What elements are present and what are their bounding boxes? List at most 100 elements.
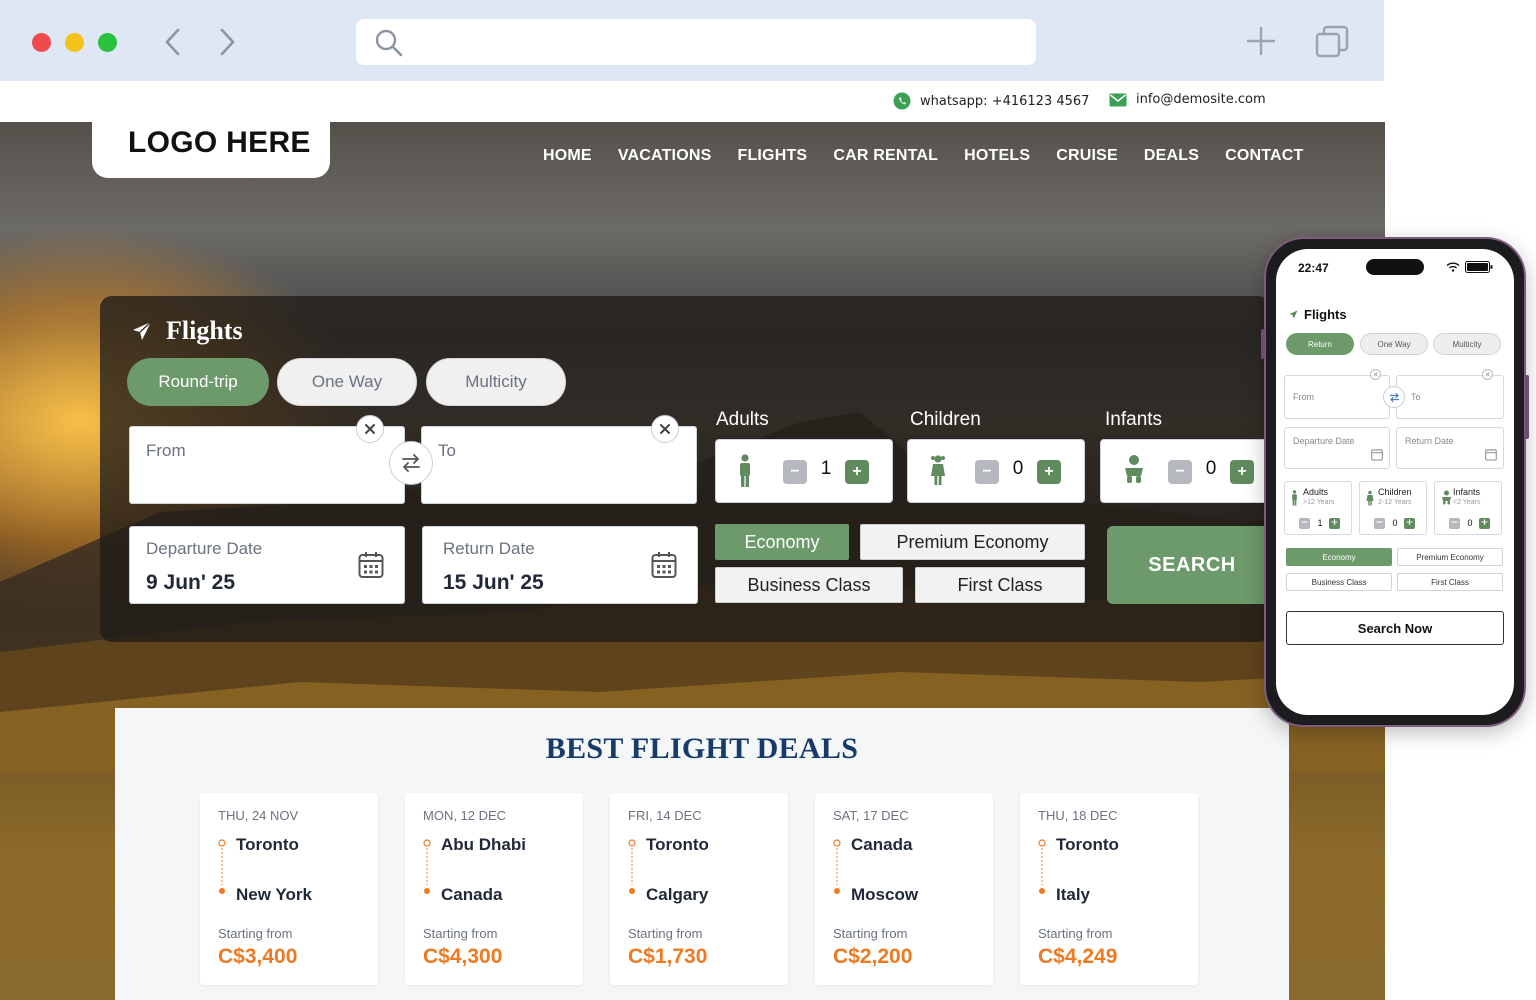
plus-icon[interactable] (1244, 24, 1278, 58)
deals-title: BEST FLIGHT DEALS (545, 732, 859, 765)
mobile-departure-date-field[interactable]: Departure Date (1284, 427, 1390, 469)
deal-card[interactable]: THU, 24 NOV Toronto New York Starting fr… (200, 793, 378, 985)
mobile-cabin-first-class-option[interactable]: First Class (1397, 573, 1503, 591)
children-increment-button[interactable]: + (1037, 460, 1061, 484)
departure-date-value: 9 Jun' 25 (146, 571, 236, 594)
mobile-from-field[interactable]: From (1284, 375, 1390, 419)
child-person-icon (931, 455, 945, 485)
infants-decrement-button[interactable]: − (1168, 460, 1192, 484)
deal-starting-label: Starting from (628, 926, 703, 941)
mobile-trip-return-tab[interactable]: Return (1286, 333, 1354, 355)
children-label: Children (910, 409, 981, 430)
route-line-icon (423, 839, 431, 894)
maximize-window-dot[interactable] (98, 33, 117, 52)
swap-locations-button[interactable] (389, 441, 433, 485)
mobile-trip-one-way-tab[interactable]: One Way (1360, 333, 1428, 355)
mobile-clear-from-button[interactable]: ✕ (1370, 369, 1381, 380)
cabin-premium-economy-option[interactable]: Premium Economy (860, 524, 1085, 560)
mobile-cabin-economy-option[interactable]: Economy (1286, 548, 1392, 566)
mobile-infants-increment-button[interactable]: + (1479, 518, 1490, 529)
swap-arrows-icon (1389, 392, 1399, 402)
deal-origin: Canada (851, 835, 913, 854)
children-decrement-button[interactable]: − (975, 460, 999, 484)
close-window-dot[interactable] (32, 33, 51, 52)
deal-price: C$4,249 (1038, 945, 1118, 968)
mobile-infants-decrement-button[interactable]: − (1449, 518, 1460, 529)
infant-person-icon (1442, 490, 1451, 505)
clear-to-button[interactable] (651, 415, 679, 443)
adult-person-icon (740, 454, 750, 487)
deal-destination: Moscow (851, 885, 919, 904)
mobile-infants-age: <2 Years (1453, 499, 1481, 506)
deal-destination: Calgary (646, 885, 709, 904)
mobile-cabin-business-class-option[interactable]: Business Class (1286, 573, 1392, 591)
mobile-adults-label: Adults (1303, 487, 1329, 497)
mobile-children-selector: Children 2-12 Years − 0 + (1359, 481, 1427, 535)
address-bar[interactable] (356, 19, 1036, 65)
return-date-label: Return Date (443, 539, 535, 558)
deal-date: FRI, 14 DEC (628, 808, 702, 823)
deal-card[interactable]: SAT, 17 DEC Canada Moscow Starting from … (815, 793, 993, 985)
deal-date: THU, 24 NOV (218, 808, 299, 823)
mobile-children-increment-button[interactable]: + (1404, 518, 1415, 529)
nav-deals[interactable]: DEALS (1144, 147, 1199, 165)
mobile-adults-increment-button[interactable]: + (1329, 518, 1340, 529)
route-line-icon (1038, 839, 1046, 894)
cabin-business-class-option[interactable]: Business Class (715, 567, 903, 603)
mobile-from-label: From (1293, 392, 1314, 402)
mobile-title-text: Flights (1304, 307, 1347, 322)
deal-card[interactable]: FRI, 14 DEC Toronto Calgary Starting fro… (610, 793, 788, 985)
cabin-economy-option[interactable]: Economy (715, 524, 849, 560)
nav-flights[interactable]: FLIGHTS (737, 147, 807, 165)
deal-starting-label: Starting from (423, 926, 498, 941)
trip-multicity-tab[interactable]: Multicity (426, 358, 566, 406)
whatsapp-contact[interactable]: whatsapp: +416123 4567 (893, 92, 1089, 110)
nav-car-rental[interactable]: CAR RENTAL (833, 147, 938, 165)
infants-increment-button[interactable]: + (1230, 460, 1254, 484)
trip-one-way-tab[interactable]: One Way (277, 358, 417, 406)
children-count: 0 (1012, 458, 1024, 479)
mobile-adults-decrement-button[interactable]: − (1299, 518, 1310, 529)
mobile-search-now-button[interactable]: Search Now (1286, 611, 1504, 645)
deal-date: SAT, 17 DEC (833, 808, 909, 823)
mobile-status-time: 22:47 (1298, 261, 1329, 275)
mobile-swap-button[interactable] (1383, 386, 1405, 408)
airplane-icon (133, 321, 152, 340)
swap-arrows-icon (402, 454, 420, 472)
clear-from-button[interactable] (356, 415, 384, 443)
address-input[interactable] (412, 25, 1012, 59)
nav-vacations[interactable]: VACATIONS (618, 147, 712, 165)
cabin-first-class-option[interactable]: First Class (915, 567, 1085, 603)
mobile-to-field[interactable]: To (1396, 375, 1504, 419)
trip-round-trip-tab[interactable]: Round-trip (127, 358, 269, 406)
nav-contact[interactable]: CONTACT (1225, 147, 1303, 165)
infant-person-icon (1125, 455, 1143, 483)
back-arrow-icon[interactable] (158, 26, 188, 58)
forward-arrow-icon[interactable] (212, 26, 242, 58)
deal-destination: Italy (1056, 885, 1091, 904)
return-date-field[interactable]: Return Date 15 Jun' 25 (422, 526, 698, 604)
mobile-cabin-premium-economy-option[interactable]: Premium Economy (1397, 548, 1503, 566)
deal-card[interactable]: THU, 18 DEC Toronto Italy Starting from … (1020, 793, 1198, 985)
wifi-icon (1446, 262, 1460, 272)
search-button[interactable]: SEARCH (1107, 526, 1277, 604)
email-contact[interactable]: info@demosite.com (1109, 92, 1266, 107)
tabs-icon[interactable] (1314, 24, 1350, 60)
nav-hotels[interactable]: HOTELS (964, 147, 1030, 165)
deal-origin: Abu Dhabi (441, 835, 526, 854)
adults-decrement-button[interactable]: − (783, 460, 807, 484)
mobile-trip-multicity-tab[interactable]: Multicity (1433, 333, 1501, 355)
nav-cruise[interactable]: CRUISE (1056, 147, 1118, 165)
mobile-clear-to-button[interactable]: ✕ (1482, 369, 1493, 380)
mobile-infants-label: Infants (1453, 487, 1481, 497)
adults-increment-button[interactable]: + (845, 460, 869, 484)
site-logo[interactable]: LOGO HERE (92, 122, 330, 178)
deal-card[interactable]: MON, 12 DEC Abu Dhabi Canada Starting fr… (405, 793, 583, 985)
mobile-children-decrement-button[interactable]: − (1374, 518, 1385, 529)
deal-origin: Toronto (646, 835, 709, 854)
nav-home[interactable]: HOME (543, 147, 592, 165)
minimize-window-dot[interactable] (65, 33, 84, 52)
mobile-return-date-field[interactable]: Return Date (1396, 427, 1504, 469)
mobile-phone-mockup: 22:47 Flights Return One Way Multicity F… (1261, 237, 1529, 727)
departure-date-field[interactable]: Departure Date 9 Jun' 25 (129, 526, 405, 604)
